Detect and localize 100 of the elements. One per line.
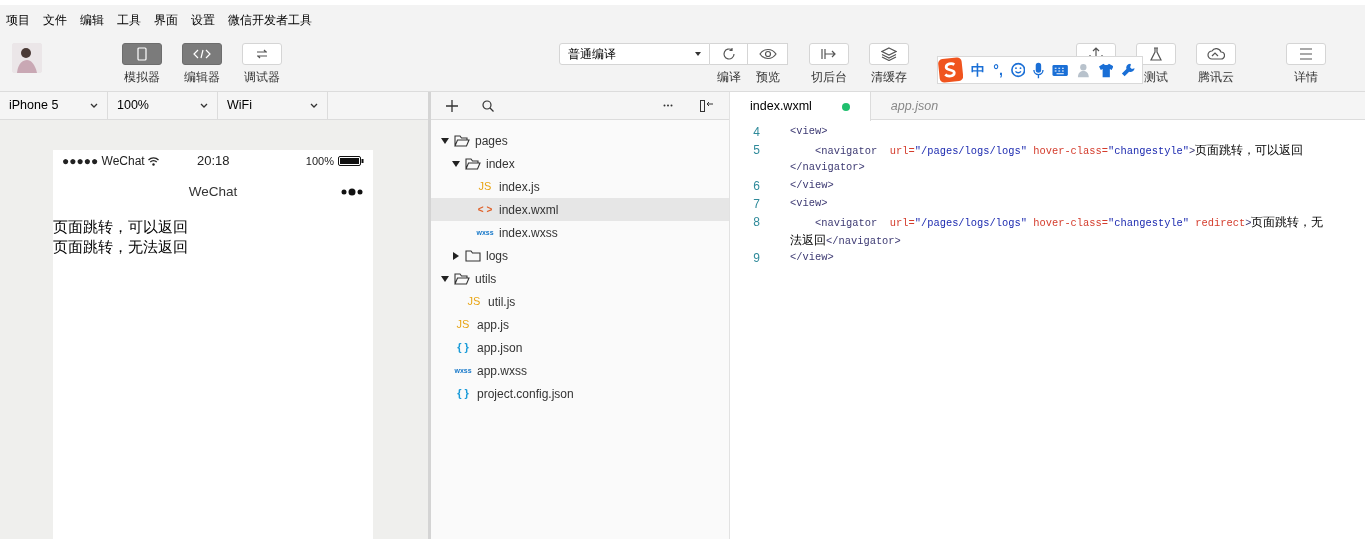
tree-row[interactable]: { } app.json <box>431 336 729 359</box>
file-type-icon: { } <box>454 342 472 353</box>
swap-icon <box>256 49 268 59</box>
tree-row[interactable]: pages <box>431 129 729 152</box>
device-dropdown[interactable]: iPhone 5 <box>0 92 108 119</box>
tree-row[interactable]: JS app.js <box>431 313 729 336</box>
menu-icon <box>1299 48 1313 60</box>
background-button[interactable] <box>809 43 849 65</box>
open-folder-icon <box>454 272 470 285</box>
tree-row[interactable]: logs <box>431 244 729 267</box>
tree-row[interactable]: { } project.config.json <box>431 382 729 405</box>
line-number: 7 <box>753 196 760 213</box>
expanded-caret-icon[interactable] <box>441 137 449 144</box>
zoom-dropdown[interactable]: 100% <box>108 92 218 119</box>
chevron-icon <box>310 103 318 108</box>
tree-row[interactable]: utils <box>431 267 729 290</box>
open-folder-icon <box>465 157 481 170</box>
chevron-icon <box>90 103 98 108</box>
line-number: 4 <box>753 124 760 141</box>
input-method-logo-icon[interactable] <box>938 56 964 84</box>
clock-label: 20:18 <box>197 152 230 171</box>
caret-icon <box>695 52 701 56</box>
button-label: 详情 <box>1294 70 1318 84</box>
line-number: 9 <box>753 250 760 267</box>
code-line: </view> <box>790 178 834 194</box>
button-label: 预览 <box>756 70 780 84</box>
navigator-link[interactable]: 页面跳转，无法返回 <box>53 237 188 257</box>
code-line: <navigator url="/pages/logs/logs" hover-class="changestyle">页面跳转，可以返回 <box>813 141 1304 159</box>
file-type-icon: { } <box>454 388 472 399</box>
search-icon[interactable] <box>482 99 494 112</box>
button-label: 切后台 <box>811 70 847 84</box>
tree-row[interactable]: JS index.js <box>431 175 729 198</box>
tree-row[interactable]: < > index.wxml <box>431 198 729 221</box>
code-icon <box>193 49 211 59</box>
code-button[interactable] <box>182 43 222 65</box>
shirt-icon[interactable] <box>1099 62 1114 78</box>
cloud-icon <box>1207 48 1225 60</box>
line-number: 5 <box>753 142 760 159</box>
more-icon[interactable] <box>341 188 363 196</box>
menu-item[interactable]: 文件 <box>43 11 67 29</box>
battery-label: 100% <box>305 153 334 169</box>
menu-item[interactable]: 工具 <box>117 11 141 29</box>
expanded-caret-icon[interactable] <box>441 275 449 282</box>
microphone-icon[interactable] <box>1033 61 1045 79</box>
line-number: 6 <box>753 178 760 195</box>
button-label: 清缓存 <box>871 70 907 84</box>
punctuation-mode-label[interactable]: °, <box>993 59 1003 81</box>
file-type-icon: JS <box>476 181 494 192</box>
menu-item[interactable]: 界面 <box>154 11 178 29</box>
line-number: 8 <box>753 214 760 231</box>
menu-item[interactable]: 设置 <box>191 11 215 29</box>
layers-icon <box>881 47 897 61</box>
refresh-icon <box>721 47 736 61</box>
menu-item[interactable]: 项目 <box>6 11 30 29</box>
chevron-icon <box>200 103 208 108</box>
menu-item[interactable]: 微信开发者工具 <box>228 11 312 29</box>
compile-mode-dropdown[interactable]: 普通编译 <box>559 43 710 65</box>
phone-icon <box>137 47 147 61</box>
code-line: <navigator url="/pages/logs/logs" hover-class="changestyle" redirect>页面跳转，无 <box>813 213 1324 231</box>
button-label: 测试 <box>1144 70 1168 84</box>
button-label: 编译 <box>717 70 741 84</box>
more-icon[interactable] <box>663 104 673 107</box>
tree-row[interactable]: index <box>431 152 729 175</box>
wifi-icon <box>147 156 159 166</box>
file-type-icon: < > <box>476 204 494 215</box>
wrench-icon[interactable] <box>1121 62 1136 78</box>
button-label: 腾讯云 <box>1198 70 1234 84</box>
code-line: <view> <box>790 124 828 140</box>
exit-icon <box>821 48 837 60</box>
button-label: 模拟器 <box>124 70 160 84</box>
page-title: WeChat <box>188 182 238 201</box>
network-dropdown[interactable]: WiFi <box>218 92 328 119</box>
collapsed-caret-icon[interactable] <box>452 251 460 260</box>
phone-button[interactable] <box>122 43 162 65</box>
button-label: 调试器 <box>244 70 280 84</box>
code-line: <view> <box>790 196 828 212</box>
folder-icon <box>465 249 481 262</box>
code-line: </navigator> <box>790 160 865 176</box>
navigator-link[interactable]: 页面跳转，可以返回 <box>53 217 188 237</box>
refresh-button[interactable] <box>710 43 748 65</box>
add-icon[interactable] <box>446 99 458 112</box>
flask-button[interactable] <box>1136 43 1176 65</box>
collapse-panel-icon[interactable] <box>700 99 714 112</box>
tree-row[interactable]: JS util.js <box>431 290 729 313</box>
code-line: 法返回</navigator> <box>790 231 901 249</box>
code-line: </view> <box>790 250 834 266</box>
expanded-caret-icon[interactable] <box>452 160 460 167</box>
menu-item[interactable]: 编辑 <box>80 11 104 29</box>
file-type-icon: JS <box>465 296 483 307</box>
keyboard-icon[interactable] <box>1052 63 1069 77</box>
eye-button[interactable] <box>748 43 788 65</box>
input-mode-label[interactable]: 中 <box>971 59 986 81</box>
carrier-label: ●●●●● WeChat <box>62 153 145 170</box>
cloud-button[interactable] <box>1196 43 1236 65</box>
button-label: 编辑器 <box>184 70 220 84</box>
editor-tab[interactable]: index.wxml <box>730 92 871 121</box>
file-type-icon: JS <box>454 319 472 330</box>
layers-button[interactable] <box>869 43 909 65</box>
open-folder-icon <box>454 134 470 147</box>
smiley-icon[interactable] <box>1010 62 1026 78</box>
